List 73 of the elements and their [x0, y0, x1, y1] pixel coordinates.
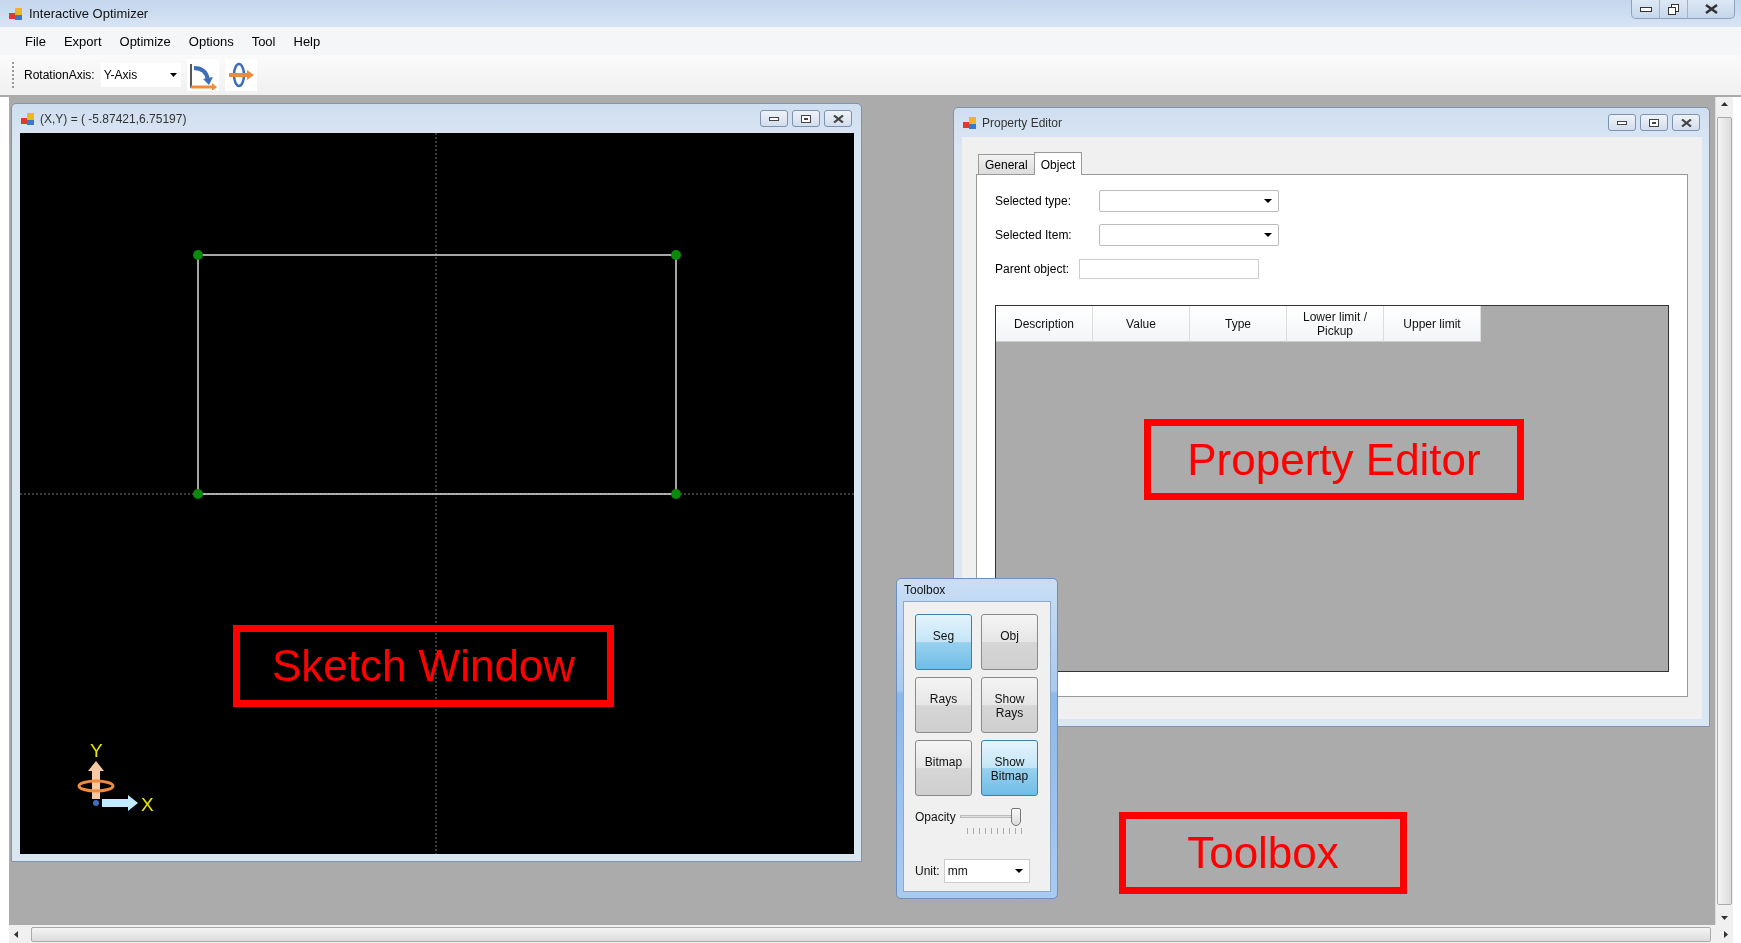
right-arrow-icon: [1724, 930, 1728, 938]
maximize-button[interactable]: [792, 110, 820, 127]
minimize-icon: [1639, 6, 1652, 12]
dropdown-field[interactable]: [1099, 224, 1279, 246]
unit-label: Unit:: [915, 864, 940, 878]
down-arrow-icon: [1721, 916, 1728, 920]
up-arrow-icon: [1721, 102, 1728, 106]
menu-item[interactable]: Options: [179, 31, 243, 51]
axis-label: X: [141, 794, 154, 815]
maximize-button[interactable]: [1640, 114, 1668, 131]
minimize-button[interactable]: [1608, 114, 1636, 131]
app-icon: [9, 6, 23, 21]
tool-button[interactable]: Rays: [915, 677, 972, 733]
rotation-axis-dropdown[interactable]: Y-Axis: [100, 63, 181, 87]
unit-dropdown[interactable]: mm: [943, 859, 1030, 883]
menu-item[interactable]: Optimize: [110, 31, 180, 51]
maximize-icon: [801, 114, 811, 123]
horizontal-scrollbar[interactable]: [9, 925, 1733, 943]
vertical-scrollbar[interactable]: [1715, 97, 1733, 925]
minimize-icon: [769, 115, 779, 122]
dropdown-arrow-icon: [1014, 869, 1023, 873]
opacity-slider[interactable]: [957, 806, 1022, 828]
slider-thumb[interactable]: [1010, 808, 1021, 826]
field-label: Parent object:: [995, 262, 1070, 276]
opacity-label: Opacity: [915, 810, 956, 824]
rotate-view-button[interactable]: [186, 59, 219, 91]
field-label: Selected Item:: [995, 228, 1073, 242]
toolbar-label: RotationAxis:: [24, 68, 95, 82]
minimize-icon: [1617, 119, 1627, 126]
field-label: Selected type:: [995, 194, 1073, 208]
tool-button[interactable]: Seg: [915, 614, 972, 670]
column-header[interactable]: Type: [1190, 306, 1287, 342]
column-header[interactable]: Lower limit / Pickup: [1287, 306, 1384, 342]
callout-label: Property Editor: [1144, 419, 1524, 500]
dropdown-field[interactable]: [1099, 190, 1279, 212]
maximize-icon: [1649, 118, 1659, 127]
window-title: Interactive Optimizer: [29, 6, 150, 21]
axis-label: Y: [90, 740, 103, 761]
tool-button[interactable]: Show Rays: [981, 677, 1038, 733]
left-arrow-icon: [14, 930, 18, 938]
menu-item[interactable]: Export: [54, 31, 111, 51]
callout-label: Toolbox: [1119, 812, 1407, 894]
column-header[interactable]: Upper limit: [1384, 306, 1481, 342]
close-button[interactable]: [1672, 114, 1700, 131]
menu-item[interactable]: File: [16, 31, 55, 51]
menu-item[interactable]: Help: [284, 31, 330, 51]
tool-button[interactable]: Obj: [981, 614, 1038, 670]
tool-button[interactable]: Bitmap: [915, 740, 972, 796]
axes-drawing: [77, 761, 138, 811]
tab[interactable]: Object: [1033, 152, 1083, 175]
dropdown-arrow-icon: [169, 73, 177, 77]
column-header[interactable]: Description: [996, 306, 1093, 342]
rotate-axis-button[interactable]: [224, 59, 257, 91]
app-icon: [21, 111, 35, 126]
dropdown-arrow-icon: [1264, 233, 1272, 237]
restore-icon: [1668, 3, 1679, 15]
callout-label: Sketch Window: [233, 625, 614, 707]
close-icon: [1680, 118, 1692, 127]
app-icon: [963, 115, 977, 130]
menu-item[interactable]: Tool: [242, 31, 285, 51]
dropdown-arrow-icon: [1264, 199, 1272, 203]
close-icon: [832, 114, 844, 123]
window-title: Property Editor: [982, 115, 1064, 130]
window-title: (X,Y) = ( -5.87421,6.75197): [40, 111, 188, 126]
tool-button[interactable]: Show Bitmap: [981, 740, 1038, 796]
tab[interactable]: General: [978, 154, 1035, 174]
sketch-rectangle[interactable]: [193, 250, 681, 499]
close-icon: [1704, 4, 1718, 14]
input-field[interactable]: [1079, 259, 1260, 279]
toolbox-title: Toolbox: [903, 582, 947, 599]
column-header[interactable]: Value: [1093, 306, 1190, 342]
minimize-button[interactable]: [760, 110, 788, 127]
close-button[interactable]: [824, 110, 852, 127]
